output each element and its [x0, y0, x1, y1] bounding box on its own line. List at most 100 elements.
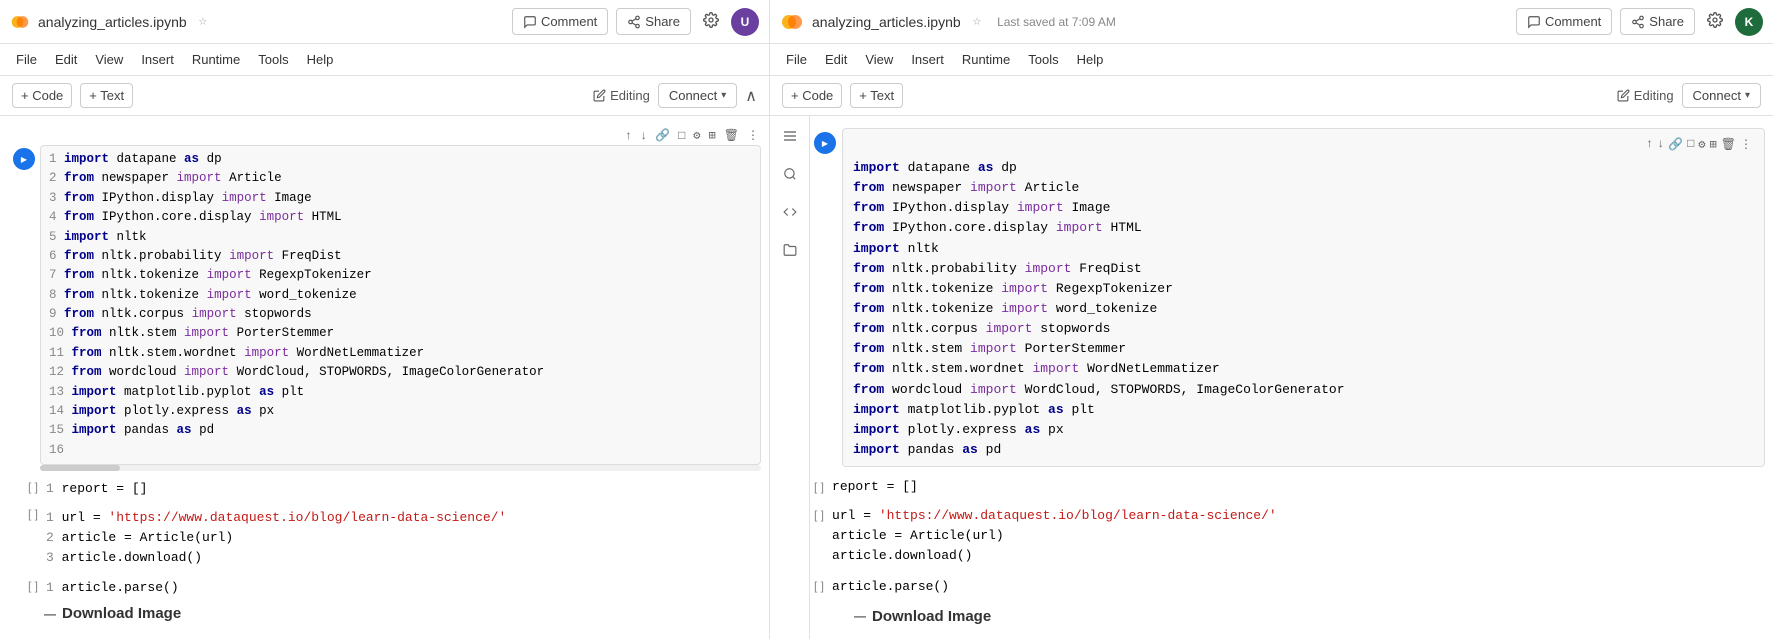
left-share-button[interactable]: Share: [616, 8, 691, 35]
left-panel: analyzing_articles.ipynb ☆ Comment Share…: [0, 0, 770, 639]
left-editing-badge: Editing: [593, 88, 650, 103]
right-menu-help[interactable]: Help: [1069, 48, 1112, 71]
left-settings-button[interactable]: [699, 8, 723, 35]
left-menu-view[interactable]: View: [87, 48, 131, 71]
left-cell-4-code: 1 article.parse(): [46, 576, 761, 599]
left-menu-bar: File Edit View Insert Runtime Tools Help: [0, 44, 769, 76]
right-cell-2-code: report = []: [832, 479, 1765, 494]
left-cell-1-inner: ▶ 1 import datapane as dp 2 from newspap…: [0, 145, 769, 465]
right-settings-button[interactable]: [1703, 8, 1727, 35]
connect-caret-icon: ▾: [721, 90, 726, 101]
left-filename: analyzing_articles.ipynb: [38, 14, 187, 30]
left-cell-4: [ ] 1 article.parse(): [0, 576, 769, 599]
right-cell-3-inner: [ ] url = 'https://www.dataquest.io/blog…: [814, 506, 1765, 566]
left-cell-3-url[interactable]: 'https://www.dataquest.io/blog/learn-dat…: [108, 510, 506, 525]
right-cell-1-code-block: ↑ ↓ 🔗 □ ⚙ ⊞ 🗑 ⋮ import datapane as dp fr…: [842, 128, 1765, 467]
left-menu-tools[interactable]: Tools: [250, 48, 296, 71]
right-section-toggle-icon[interactable]: —: [854, 609, 866, 623]
scroll-thumb-icon: [40, 465, 120, 471]
right-colab-logo-icon: [780, 10, 804, 34]
right-hamburger-icon[interactable]: [778, 124, 802, 148]
right-more-icon[interactable]: ⋮: [1738, 135, 1754, 154]
right-section-header: — Download Image: [810, 602, 1773, 629]
left-cell-3-counter: [ ]: [18, 504, 46, 521]
right-connect-button[interactable]: + Code Connect ▾: [1682, 83, 1761, 108]
link-icon[interactable]: 🔗: [653, 126, 672, 145]
right-link-icon[interactable]: 🔗: [1666, 135, 1685, 154]
right-add-text-button[interactable]: + Text: [850, 83, 903, 108]
more-icon[interactable]: ⋮: [745, 126, 761, 145]
left-section-header: — Download Image: [0, 599, 769, 626]
right-saved-info: Last saved at 7:09 AM: [997, 15, 1116, 29]
right-menu-runtime[interactable]: Runtime: [954, 48, 1018, 71]
left-menu-runtime[interactable]: Runtime: [184, 48, 248, 71]
right-code-icon[interactable]: [778, 200, 802, 224]
move-down-icon[interactable]: ↓: [638, 127, 649, 145]
right-search-icon[interactable]: [778, 162, 802, 186]
delete-icon[interactable]: 🗑: [722, 126, 741, 145]
right-share-button[interactable]: Share: [1620, 8, 1695, 35]
right-add-code-button[interactable]: + Code: [782, 83, 842, 108]
right-cell-2-inner: [ ] report = []: [814, 479, 1765, 494]
left-cell-3-inner: [ ] 1 url = 'https://www.dataquest.io/bl…: [0, 504, 769, 572]
right-cell-2-counter: [ ]: [814, 480, 824, 494]
left-menu-file[interactable]: File: [8, 48, 45, 71]
left-avatar[interactable]: U: [731, 8, 759, 36]
left-cell-1: ↑ ↓ 🔗 □ ⚙ ⊞ 🗑 ⋮ ▶ 1 import d: [0, 124, 769, 473]
right-comment-button[interactable]: Comment: [1516, 8, 1612, 35]
section-toggle-icon[interactable]: —: [44, 607, 56, 621]
left-collapse-button[interactable]: ∧: [745, 86, 757, 106]
left-cell-4-counter: [ ]: [18, 576, 46, 593]
left-cell-3: [ ] 1 url = 'https://www.dataquest.io/bl…: [0, 504, 769, 572]
right-panel: analyzing_articles.ipynb ☆ Last saved at…: [770, 0, 1773, 639]
settings-cell-icon[interactable]: ⚙: [691, 126, 702, 145]
left-menu-edit[interactable]: Edit: [47, 48, 85, 71]
left-cell-2-code: 1 report = []: [46, 477, 761, 500]
left-cell-2-counter: [ ]: [18, 477, 46, 494]
expand-icon[interactable]: ⊞: [707, 126, 718, 145]
right-delete-icon[interactable]: 🗑: [1719, 135, 1738, 154]
left-notebook-area: ↑ ↓ 🔗 □ ⚙ ⊞ 🗑 ⋮ ▶ 1 import d: [0, 116, 769, 639]
right-share-icon: [1631, 15, 1645, 29]
left-connect-button[interactable]: Connect ▾: [658, 83, 737, 108]
left-cell-3-code: 1 url = 'https://www.dataquest.io/blog/l…: [46, 504, 761, 572]
right-copy-icon[interactable]: □: [1685, 135, 1696, 154]
right-cell-4-inner: [ ] article.parse(): [814, 579, 1765, 594]
right-settings-cell-icon[interactable]: ⚙: [1696, 135, 1707, 154]
right-cell-3: [ ] url = 'https://www.dataquest.io/blog…: [810, 502, 1773, 570]
right-folder-icon[interactable]: [778, 238, 802, 262]
right-connect-caret-icon: ▾: [1745, 90, 1750, 101]
right-move-down-icon[interactable]: ↓: [1655, 135, 1666, 154]
move-up-icon[interactable]: ↑: [623, 127, 634, 145]
right-move-up-icon[interactable]: ↑: [1644, 135, 1655, 154]
right-menu-file[interactable]: File: [778, 48, 815, 71]
left-menu-insert[interactable]: Insert: [133, 48, 182, 71]
left-run-button-1[interactable]: ▶: [13, 148, 35, 170]
left-add-code-button[interactable]: + Code: [12, 83, 72, 108]
comment-icon: [523, 15, 537, 29]
left-menu-help[interactable]: Help: [299, 48, 342, 71]
left-notebook-content: ↑ ↓ 🔗 □ ⚙ ⊞ 🗑 ⋮ ▶ 1 import d: [0, 116, 769, 639]
right-comment-icon: [1527, 15, 1541, 29]
left-add-text-button[interactable]: + Text: [80, 83, 133, 108]
right-cell-4-counter: [ ]: [814, 579, 824, 593]
right-expand-icon[interactable]: ⊞: [1708, 135, 1719, 154]
copy-icon[interactable]: □: [676, 127, 687, 145]
right-menu-insert[interactable]: Insert: [903, 48, 952, 71]
right-cell-3-url[interactable]: 'https://www.dataquest.io/blog/learn-dat…: [879, 508, 1277, 523]
left-comment-button[interactable]: Comment: [512, 8, 608, 35]
right-avatar[interactable]: K: [1735, 8, 1763, 36]
right-menu-tools[interactable]: Tools: [1020, 48, 1066, 71]
right-cell-4: [ ] article.parse(): [810, 575, 1773, 598]
right-menu-edit[interactable]: Edit: [817, 48, 855, 71]
left-toolbar: + Code + Text Editing Connect ▾ ∧: [0, 76, 769, 116]
right-cell-2: [ ] report = []: [810, 475, 1773, 498]
pencil-icon: [593, 89, 606, 102]
right-cell-4-code: article.parse(): [832, 579, 1765, 594]
left-star-icon[interactable]: ☆: [199, 13, 207, 30]
right-menu-view[interactable]: View: [857, 48, 901, 71]
right-star-icon[interactable]: ☆: [973, 13, 981, 30]
right-run-button-1[interactable]: ▶: [814, 132, 836, 154]
right-cell-1-inner: ▶ ↑ ↓ 🔗 □ ⚙ ⊞ 🗑 ⋮ import: [814, 128, 1765, 467]
left-cell-2: [ ] 1 report = []: [0, 477, 769, 500]
